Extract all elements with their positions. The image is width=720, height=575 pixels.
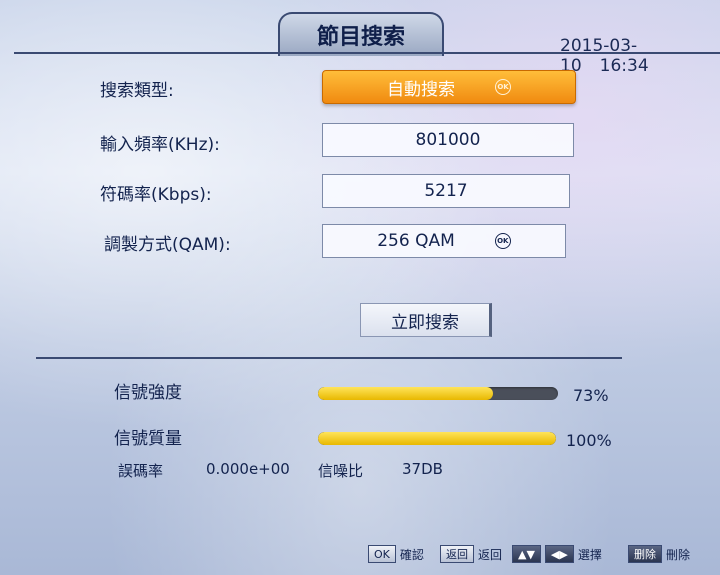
ok-icon: OK — [494, 233, 511, 249]
delete-hint-label: 刪除 — [666, 547, 691, 562]
section-divider — [36, 357, 622, 359]
modulation-value: 256 QAM — [377, 231, 455, 251]
ber-label: 誤碼率 — [118, 462, 164, 480]
footer-delete-hint: 删除 刪除 — [628, 545, 690, 563]
signal-strength-percent: 73% — [573, 386, 609, 405]
signal-strength-bar — [318, 387, 558, 400]
symbol-rate-input[interactable]: 5217 — [322, 174, 570, 208]
up-down-key[interactable]: ▲▼ — [512, 545, 541, 563]
frequency-input[interactable]: 801000 — [322, 123, 574, 157]
signal-strength-label: 信號強度 — [114, 383, 182, 403]
left-right-key[interactable]: ◀▶ — [544, 545, 574, 563]
signal-quality-percent: 100% — [566, 431, 612, 450]
signal-quality-label: 信號質量 — [114, 429, 182, 449]
footer-select-hint: ▲▼ ◀▶ 選擇 — [512, 545, 602, 563]
back-key[interactable]: 返回 — [440, 545, 474, 563]
footer-back-hint: 返回 返回 — [440, 545, 502, 563]
modulation-label: 調製方式(QAM): — [104, 235, 231, 255]
frequency-label: 輸入頻率(KHz): — [100, 135, 220, 155]
symbol-rate-label: 符碼率(Kbps): — [100, 185, 212, 205]
modulation-select[interactable]: 256 QAM OK — [322, 224, 566, 258]
ok-hint-label: 確認 — [399, 547, 424, 562]
snr-label: 信噪比 — [318, 462, 364, 480]
search-type-select[interactable]: 自動搜索 OK — [322, 70, 576, 104]
search-now-button[interactable]: 立即搜索 — [360, 303, 492, 337]
page-title: 節目搜索 — [278, 12, 444, 56]
ber-value: 0.000e+00 — [206, 460, 290, 478]
ok-key[interactable]: OK — [368, 545, 396, 563]
search-type-value: 自動搜索 — [387, 79, 455, 100]
time-text: 16:34 — [599, 56, 649, 76]
signal-strength-fill — [318, 387, 494, 400]
search-type-label: 搜索類型: — [100, 81, 174, 101]
date-time-display: 2015-03-10 16:34 — [560, 36, 720, 76]
ok-icon: OK — [495, 79, 511, 95]
frequency-value: 801000 — [415, 130, 481, 150]
signal-quality-bar — [318, 432, 556, 445]
signal-quality-fill — [318, 432, 556, 445]
snr-value: 37DB — [402, 460, 443, 478]
symbol-rate-value: 5217 — [424, 181, 468, 201]
delete-key[interactable]: 删除 — [628, 545, 662, 563]
footer-ok-hint: OK 確認 — [368, 545, 424, 563]
back-hint-label: 返回 — [478, 547, 503, 562]
select-hint-label: 選擇 — [577, 547, 602, 562]
